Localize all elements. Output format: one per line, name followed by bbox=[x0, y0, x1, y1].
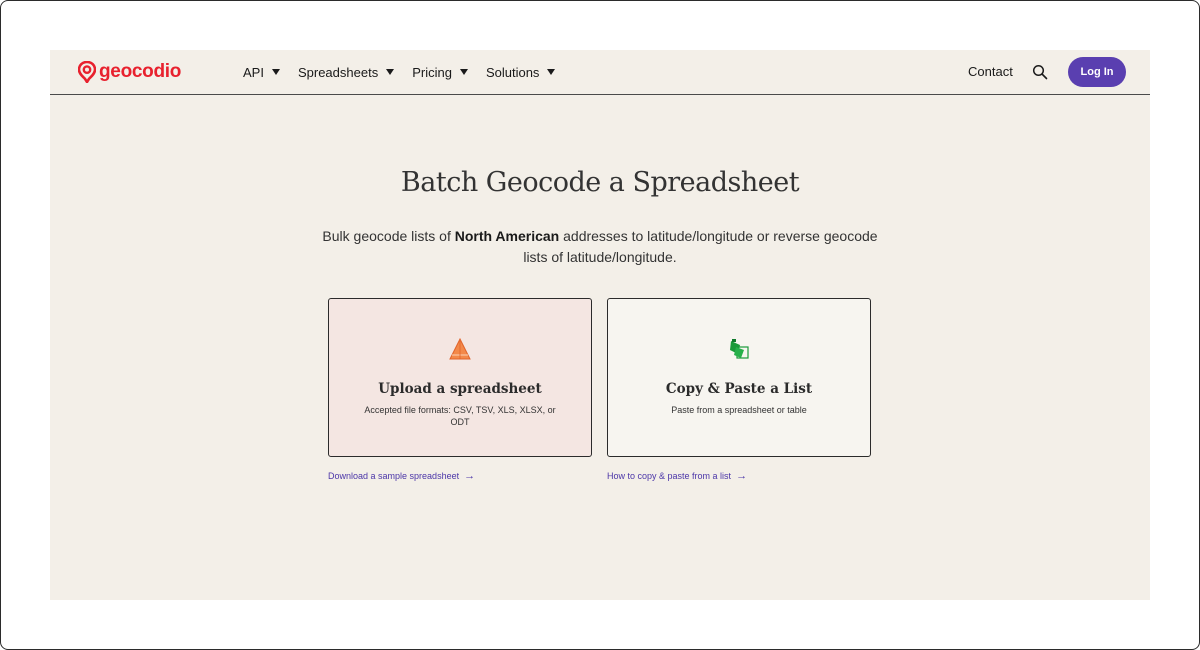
logo-text: geocodio bbox=[99, 61, 182, 82]
nav-api-label: API bbox=[243, 64, 264, 80]
page: geocodio API Spreadsheets Pricing Soluti… bbox=[50, 50, 1150, 600]
paste-card-title: Copy & Paste a List bbox=[665, 381, 813, 397]
subtitle-emphasis: North American bbox=[454, 228, 560, 244]
arrow-right-icon: → bbox=[736, 470, 748, 482]
nav-pricing[interactable]: Pricing bbox=[412, 63, 468, 81]
chevron-down-icon bbox=[459, 69, 468, 75]
nav-solutions[interactable]: Solutions bbox=[485, 63, 556, 81]
copy-paste-help-label: How to copy & paste from a list bbox=[607, 471, 732, 481]
upload-spreadsheet-card[interactable]: Upload a spreadsheet Accepted file forma… bbox=[328, 298, 592, 457]
upload-card-description: Accepted file formats: CSV, TSV, XLS, XL… bbox=[364, 405, 556, 427]
search-icon[interactable] bbox=[1032, 64, 1048, 80]
upload-card-title: Upload a spreadsheet bbox=[378, 381, 542, 397]
chevron-down-icon bbox=[271, 69, 280, 75]
nav-spreadsheets[interactable]: Spreadsheets bbox=[297, 63, 395, 81]
download-sample-label: Download a sample spreadsheet bbox=[328, 471, 460, 481]
nav-pricing-label: Pricing bbox=[412, 64, 452, 80]
map-pin-icon bbox=[78, 61, 96, 83]
page-subtitle: Bulk geocode lists of North American add… bbox=[320, 226, 880, 268]
subtitle-text-pre: Bulk geocode lists of bbox=[322, 228, 455, 244]
copy-paste-icon bbox=[730, 339, 749, 359]
paste-card-description: Paste from a spreadsheet or table bbox=[671, 405, 807, 415]
geocodio-logo[interactable]: geocodio bbox=[78, 60, 181, 84]
chevron-down-icon bbox=[547, 69, 556, 75]
site-header: geocodio API Spreadsheets Pricing Soluti… bbox=[50, 50, 1150, 95]
login-button[interactable]: Log In bbox=[1068, 57, 1126, 87]
arrow-right-icon: → bbox=[464, 470, 476, 482]
chevron-down-icon bbox=[386, 69, 395, 75]
page-title: Batch Geocode a Spreadsheet bbox=[400, 167, 800, 198]
download-sample-link[interactable]: Download a sample spreadsheet → bbox=[328, 470, 475, 482]
nav-spreadsheets-label: Spreadsheets bbox=[297, 64, 379, 80]
contact-link[interactable]: Contact bbox=[968, 64, 1013, 79]
nav-api[interactable]: API bbox=[243, 63, 280, 81]
copy-paste-help-link[interactable]: How to copy & paste from a list → bbox=[607, 470, 747, 482]
subtitle-text-post: addresses to latitude/longitude or rever… bbox=[523, 228, 878, 265]
copy-paste-card[interactable]: Copy & Paste a List Paste from a spreads… bbox=[607, 298, 871, 457]
main-nav: API Spreadsheets Pricing Solutions bbox=[243, 63, 556, 81]
nav-solutions-label: Solutions bbox=[485, 64, 540, 80]
upload-triangle-icon bbox=[449, 337, 471, 360]
